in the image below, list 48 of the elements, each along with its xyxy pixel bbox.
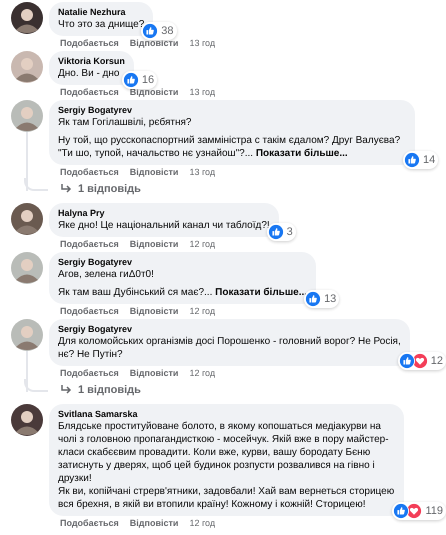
reaction-count[interactable]: 16 (122, 71, 158, 89)
like-link[interactable]: Подобається (60, 518, 119, 529)
like-link[interactable]: Подобається (60, 306, 119, 317)
reply-link[interactable]: Відповісти (130, 368, 178, 379)
reaction-count[interactable]: 119 (392, 502, 446, 520)
comment-text: Агов, зелена гиΔ0т0! (58, 268, 155, 281)
author-name[interactable]: Natalie Nezhura (58, 7, 144, 18)
reply-link[interactable]: Відповісти (130, 518, 178, 529)
avatar[interactable] (11, 203, 43, 235)
comment-text: Дно. Ви - дно (58, 67, 120, 80)
timestamp[interactable]: 13 год (189, 87, 216, 98)
avatar[interactable] (11, 404, 43, 436)
timestamp[interactable]: 12 год (189, 518, 216, 529)
thread-connector (24, 178, 48, 191)
reaction-count[interactable]: 14 (403, 151, 438, 169)
view-replies-link[interactable]: 1 відповідь (60, 384, 141, 396)
author-name[interactable]: Sergiy Bogatyrev (58, 105, 406, 116)
like-link[interactable]: Подобається (60, 239, 119, 250)
thread-connector (24, 379, 48, 392)
author-name[interactable]: Sergiy Bogatyrev (58, 257, 308, 268)
timestamp[interactable]: 12 год (189, 306, 216, 317)
reply-arrow-icon (60, 385, 72, 395)
author-name[interactable]: Sergiy Bogatyrev (58, 324, 401, 335)
like-link[interactable]: Подобається (60, 167, 119, 178)
reply-link[interactable]: Відповісти (130, 239, 178, 250)
reply-link[interactable]: Відповісти (130, 306, 178, 317)
timestamp[interactable]: 13 год (189, 38, 216, 49)
like-link[interactable]: Подобається (60, 87, 119, 98)
like-link[interactable]: Подобається (60, 368, 119, 379)
avatar[interactable] (11, 2, 43, 34)
view-replies-link[interactable]: 1 відповідь (60, 183, 141, 195)
reaction-count[interactable]: 12 (398, 352, 446, 370)
timestamp[interactable]: 12 год (189, 239, 216, 250)
timestamp[interactable]: 12 год (189, 368, 216, 379)
reply-link[interactable]: Відповісти (130, 38, 178, 49)
author-name[interactable]: Halyna Pry (58, 208, 270, 219)
timestamp[interactable]: 13 год (189, 167, 216, 178)
reaction-count[interactable]: 3 (266, 223, 296, 241)
author-name[interactable]: Svitlana Samarska (58, 409, 396, 420)
reaction-count[interactable]: 13 (304, 290, 340, 308)
comment-text: Як там Гогілашвілі, рєбятня? (58, 116, 192, 129)
reply-arrow-icon (60, 184, 72, 194)
comment-text: Ну той, що русскопаспортний замміністра с такім єдалом? Друг Валуєва? "Ти шо, тупой, начальство нє узнайош"?... Показати більше... (58, 134, 402, 160)
reply-link[interactable]: Відповісти (130, 87, 178, 98)
author-name[interactable]: Viktoria Korsun (58, 56, 125, 67)
like-link[interactable]: Подобається (60, 38, 119, 49)
see-more-link[interactable]: Показати більше... (256, 148, 348, 159)
reply-link[interactable]: Відповісти (130, 167, 178, 178)
